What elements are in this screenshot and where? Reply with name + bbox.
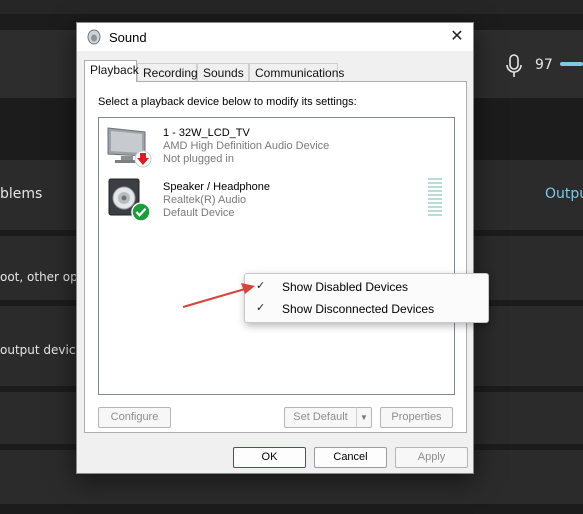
- set-default-button[interactable]: Set Default: [284, 407, 357, 428]
- menu-item-label: Show Disabled Devices: [282, 280, 409, 294]
- bg-header-strip: [0, 0, 583, 14]
- device-name: 1 - 32W_LCD_TV: [163, 127, 250, 139]
- volume-level-meter: [428, 178, 442, 218]
- device-item-speaker-headphone[interactable]: Speaker / Headphone Realtek(R) Audio Def…: [105, 178, 445, 222]
- cancel-button[interactable]: Cancel: [314, 447, 387, 468]
- device-item-lcd-tv[interactable]: 1 - 32W_LCD_TV AMD High Definition Audio…: [105, 124, 445, 168]
- device-driver: Realtek(R) Audio: [163, 194, 247, 206]
- menu-item-show-disabled-devices[interactable]: ✓ Show Disabled Devices: [245, 276, 488, 298]
- sound-dialog: Sound ✕ Playback Recording Sounds Commun…: [76, 22, 474, 474]
- instruction-text: Select a playback device below to modify…: [98, 96, 357, 108]
- device-name: Speaker / Headphone: [163, 181, 271, 193]
- green-check-icon: [131, 202, 151, 222]
- device-list[interactable]: 1 - 32W_LCD_TV AMD High Definition Audio…: [98, 117, 455, 395]
- ok-button[interactable]: OK: [233, 447, 306, 468]
- close-icon: ✕: [450, 28, 464, 45]
- volume-value: 97: [535, 57, 553, 73]
- checkmark-icon: ✓: [256, 302, 266, 314]
- apply-button[interactable]: Apply: [395, 447, 468, 468]
- speaker-app-icon: [87, 29, 101, 45]
- title-bar[interactable]: Sound ✕: [77, 23, 473, 51]
- bg-problems-text: blems: [0, 186, 43, 202]
- bg-output-link[interactable]: Outpu: [545, 186, 583, 202]
- close-button[interactable]: ✕: [445, 25, 469, 49]
- device-driver: AMD High Definition Audio Device: [163, 140, 330, 152]
- configure-button[interactable]: Configure: [98, 407, 171, 428]
- properties-button[interactable]: Properties: [380, 407, 453, 428]
- monitor-icon: [107, 127, 152, 168]
- tab-sounds[interactable]: Sounds: [197, 63, 249, 82]
- red-down-arrow-icon: [134, 150, 152, 168]
- menu-item-show-disconnected-devices[interactable]: ✓ Show Disconnected Devices: [245, 298, 488, 320]
- microphone-icon[interactable]: [505, 54, 523, 78]
- playback-panel: Select a playback device below to modify…: [84, 81, 467, 433]
- chevron-down-icon: ▼: [360, 413, 368, 422]
- device-status: Default Device: [163, 207, 235, 219]
- dialog-title: Sound: [109, 30, 147, 45]
- tab-communications[interactable]: Communications: [249, 63, 344, 82]
- device-status: Not plugged in: [163, 153, 234, 165]
- menu-item-label: Show Disconnected Devices: [282, 302, 435, 316]
- checkmark-icon: ✓: [256, 280, 266, 292]
- tab-recording[interactable]: Recording: [137, 63, 198, 82]
- volume-slider[interactable]: [560, 62, 583, 66]
- context-menu: ✓ Show Disabled Devices ✓ Show Disconnec…: [244, 273, 489, 323]
- speaker-icon: [108, 178, 151, 222]
- tab-playback[interactable]: Playback: [84, 60, 139, 82]
- set-default-dropdown-arrow[interactable]: ▼: [356, 407, 372, 428]
- bg-other-options-text: oot, other opti: [0, 270, 86, 284]
